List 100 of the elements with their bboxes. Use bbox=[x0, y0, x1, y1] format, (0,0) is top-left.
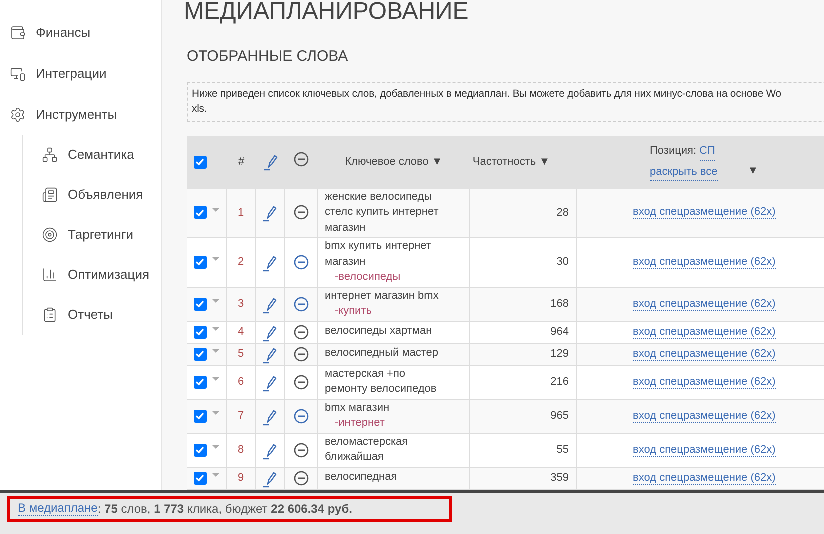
frequency-cell: 129 bbox=[470, 344, 577, 364]
caret-icon[interactable] bbox=[212, 473, 220, 478]
sidebar-subitem[interactable]: Отчеты bbox=[42, 295, 161, 335]
caret-icon[interactable] bbox=[212, 299, 220, 304]
checkbox[interactable] bbox=[194, 298, 206, 310]
caret-icon[interactable] bbox=[212, 445, 220, 450]
edit-icon[interactable] bbox=[263, 470, 277, 488]
position-link[interactable]: СП bbox=[700, 143, 716, 160]
sidebar-item[interactable]: Интеграции bbox=[10, 53, 161, 94]
minus-circle-icon[interactable] bbox=[294, 442, 308, 458]
minus-word: -купить bbox=[334, 304, 373, 319]
edit-icon[interactable] bbox=[263, 324, 277, 342]
monitor-icon bbox=[10, 66, 26, 82]
checkbox[interactable] bbox=[194, 206, 206, 220]
target-icon bbox=[42, 227, 58, 243]
edit-icon[interactable] bbox=[263, 442, 277, 460]
position-link[interactable]: вход спецразмещение (62x) bbox=[633, 444, 776, 456]
keyword-text: bmx купить интернет магазин bbox=[325, 239, 432, 270]
settings-icon bbox=[10, 106, 26, 122]
position-link[interactable]: вход спецразмещение (62x) bbox=[633, 326, 776, 338]
caret-icon[interactable] bbox=[212, 327, 220, 332]
minus-circle-icon[interactable] bbox=[294, 346, 308, 362]
position-link[interactable]: вход спецразмещение (62x) bbox=[633, 256, 776, 269]
section-title: ОТОБРАННЫЕ СЛОВА bbox=[187, 47, 350, 67]
edit-icon[interactable] bbox=[263, 374, 277, 392]
sidebar-subitem[interactable]: Объявления bbox=[42, 175, 161, 215]
caret-icon[interactable] bbox=[212, 208, 220, 213]
minus-circle-icon[interactable] bbox=[294, 254, 308, 270]
bar-chart-icon bbox=[42, 267, 58, 283]
column-header: Позиция: bbox=[650, 144, 697, 159]
edit-icon[interactable] bbox=[263, 346, 277, 364]
hierarchy-icon bbox=[42, 147, 58, 163]
frequency-cell: 965 bbox=[470, 400, 577, 432]
frequency-cell: 55 bbox=[470, 434, 577, 466]
row-number: 9 bbox=[227, 468, 256, 488]
sidebar-item[interactable]: Инструменты bbox=[10, 94, 161, 135]
row-number: 3 bbox=[227, 288, 256, 320]
mediaplan-link[interactable]: В медиаплане bbox=[18, 502, 98, 516]
row-number: 4 bbox=[227, 322, 256, 342]
frequency-cell: 30 bbox=[470, 238, 577, 286]
keyword-text: веломастерская ближайшая bbox=[325, 434, 410, 465]
caret-icon[interactable] bbox=[212, 349, 220, 354]
checkbox[interactable] bbox=[194, 376, 206, 388]
row-number: 8 bbox=[227, 434, 256, 466]
frequency-cell: 216 bbox=[470, 366, 577, 398]
frequency-cell: 359 bbox=[470, 468, 577, 488]
minus-circle-icon[interactable] bbox=[294, 374, 308, 390]
sidebar-item[interactable]: Финансы bbox=[10, 12, 161, 53]
edit-icon[interactable] bbox=[263, 408, 277, 426]
frequency-cell: 28 bbox=[470, 188, 577, 237]
keyword-text: интернет магазин bmx bbox=[325, 288, 440, 304]
frequency-cell: 168 bbox=[470, 288, 577, 320]
checkbox[interactable] bbox=[194, 256, 206, 269]
position-link[interactable]: вход спецразмещение (62x) bbox=[633, 376, 776, 388]
page-title: МЕДИАПЛАНИРОВАНИЕ bbox=[184, 0, 470, 25]
minus-circle-icon[interactable] bbox=[294, 296, 308, 312]
expand-all-link[interactable]: раскрыть все bbox=[650, 164, 718, 181]
checkbox[interactable] bbox=[194, 472, 206, 484]
edit-icon[interactable] bbox=[264, 154, 278, 170]
keyword-text: велосипеды хартман bbox=[325, 324, 434, 340]
checkbox[interactable] bbox=[194, 410, 206, 422]
minus-circle-icon[interactable] bbox=[294, 152, 309, 166]
sidebar-subitem[interactable]: Оптимизация bbox=[42, 255, 161, 295]
minus-circle-icon[interactable] bbox=[294, 408, 308, 424]
checkbox[interactable] bbox=[194, 348, 206, 360]
summary-text: : 75 слов, 1 773 клика, бюджет 22 606.34 руб. bbox=[98, 501, 352, 518]
position-link[interactable]: вход спецразмещение (62x) bbox=[633, 472, 776, 484]
position-link[interactable]: вход спецразмещение (62x) bbox=[633, 206, 776, 220]
minus-circle-icon[interactable] bbox=[294, 470, 308, 486]
edit-icon[interactable] bbox=[263, 254, 277, 272]
frequency-cell: 964 bbox=[470, 322, 577, 342]
edit-icon[interactable] bbox=[263, 296, 277, 314]
clipboard-icon bbox=[42, 307, 58, 323]
sidebar-subitem[interactable]: Семантика bbox=[42, 135, 161, 175]
newspaper-icon bbox=[42, 187, 58, 203]
checkbox[interactable] bbox=[194, 156, 206, 168]
position-link[interactable]: вход спецразмещение (62x) bbox=[633, 410, 776, 422]
edit-icon[interactable] bbox=[263, 205, 277, 222]
checkbox[interactable] bbox=[194, 444, 206, 456]
keyword-text: велосипедный мастер bbox=[325, 346, 440, 362]
sort-arrow[interactable]: ▼ bbox=[748, 162, 759, 179]
row-number: 2 bbox=[227, 238, 256, 286]
row-number: 5 bbox=[227, 344, 256, 364]
caret-icon[interactable] bbox=[212, 411, 220, 416]
checkbox[interactable] bbox=[194, 326, 206, 338]
minus-circle-icon[interactable] bbox=[294, 324, 308, 340]
row-number: 7 bbox=[227, 400, 256, 432]
info-box: Ниже приведен список ключевых слов, добавленных в медиаплан. Вы можете добавить для них минус-слова на основе Wo xls. bbox=[187, 82, 824, 122]
minus-word: -интернет bbox=[334, 416, 386, 431]
row-number: 1 bbox=[227, 188, 256, 237]
minus-circle-icon[interactable] bbox=[294, 205, 308, 220]
caret-icon[interactable] bbox=[212, 257, 220, 262]
wallet-icon bbox=[10, 24, 26, 40]
sidebar-subitem[interactable]: Таргетинги bbox=[42, 215, 161, 255]
minus-word: -велосипеды bbox=[334, 270, 402, 285]
caret-icon[interactable] bbox=[212, 377, 220, 382]
keyword-text: bmx магазин bbox=[325, 400, 391, 416]
position-link[interactable]: вход спецразмещение (62x) bbox=[633, 298, 776, 310]
column-header: # bbox=[237, 154, 246, 170]
position-link[interactable]: вход спецразмещение (62x) bbox=[633, 348, 776, 360]
